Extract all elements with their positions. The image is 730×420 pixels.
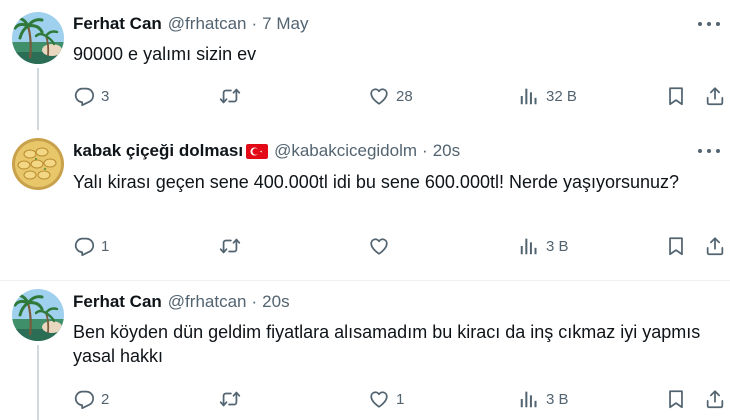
action-bar: 2 1 3 B bbox=[73, 387, 728, 411]
views-button[interactable]: 3 B bbox=[518, 234, 569, 258]
reply-button[interactable]: 1 bbox=[73, 234, 109, 258]
like-icon bbox=[368, 235, 390, 257]
bookmark-icon bbox=[665, 388, 687, 410]
like-count: 28 bbox=[396, 87, 413, 105]
bookmark-button[interactable] bbox=[665, 387, 687, 411]
separator-dot: · bbox=[251, 292, 258, 311]
retweet-icon bbox=[219, 388, 241, 410]
views-button[interactable]: 3 B bbox=[518, 387, 569, 411]
tweet-2[interactable]: kabak çiçeği dolması @kabakcicegidolm · … bbox=[0, 130, 730, 280]
author-name[interactable]: Ferhat Can bbox=[73, 292, 162, 312]
bookmark-icon bbox=[665, 235, 687, 257]
reply-icon bbox=[73, 85, 95, 107]
avatar[interactable] bbox=[12, 12, 64, 64]
avatar[interactable] bbox=[12, 289, 64, 341]
views-button[interactable]: 32 B bbox=[518, 84, 577, 108]
retweet-button[interactable] bbox=[219, 234, 241, 258]
food-avatar-image bbox=[12, 138, 64, 190]
timestamp[interactable]: 20s bbox=[433, 141, 460, 161]
share-icon bbox=[704, 388, 726, 410]
separator-dot: · bbox=[251, 14, 258, 33]
reply-count: 2 bbox=[101, 390, 110, 408]
reply-button[interactable]: 2 bbox=[73, 387, 109, 411]
views-count: 3 B bbox=[546, 237, 569, 255]
tweet-text: 90000 e yalımı sizin ev bbox=[73, 44, 257, 64]
bookmark-button[interactable] bbox=[665, 234, 687, 258]
timestamp[interactable]: 7 May bbox=[262, 14, 308, 34]
thread-line bbox=[37, 345, 39, 420]
like-icon bbox=[368, 388, 390, 410]
views-count: 3 B bbox=[546, 390, 569, 408]
share-button[interactable] bbox=[704, 234, 726, 258]
like-button[interactable]: 28 bbox=[368, 84, 413, 108]
tweet-text: Ben köyden dün geldim fiyatlara alısamad… bbox=[73, 322, 701, 366]
action-bar: 1 3 B bbox=[73, 234, 728, 258]
author-name[interactable]: Ferhat Can bbox=[73, 14, 162, 34]
tweet-header: Ferhat Can @frhatcan · 7 May bbox=[73, 13, 308, 35]
palm-avatar-image bbox=[12, 12, 64, 64]
like-button[interactable]: 1 bbox=[368, 387, 404, 411]
reply-count: 1 bbox=[101, 237, 110, 255]
share-icon bbox=[704, 85, 726, 107]
reply-button[interactable]: 3 bbox=[73, 84, 109, 108]
reply-icon bbox=[73, 235, 95, 257]
retweet-icon bbox=[219, 235, 241, 257]
retweet-button[interactable] bbox=[219, 387, 241, 411]
more-icon[interactable] bbox=[698, 17, 720, 31]
more-icon[interactable] bbox=[698, 144, 720, 158]
views-icon bbox=[518, 235, 540, 257]
reply-count: 3 bbox=[101, 87, 110, 105]
timestamp[interactable]: 20s bbox=[262, 292, 289, 312]
views-count: 32 B bbox=[546, 87, 577, 105]
thread-line bbox=[37, 68, 39, 130]
share-button[interactable] bbox=[704, 387, 726, 411]
tweet-1[interactable]: Ferhat Can @frhatcan · 7 May 90000 e yal… bbox=[0, 0, 730, 130]
views-icon bbox=[518, 85, 540, 107]
tweet-header: kabak çiçeği dolması @kabakcicegidolm · … bbox=[73, 140, 460, 162]
like-count: 1 bbox=[396, 390, 405, 408]
like-button[interactable] bbox=[368, 234, 390, 258]
bookmark-icon bbox=[665, 85, 687, 107]
share-icon bbox=[704, 235, 726, 257]
author-name[interactable]: kabak çiçeği dolması bbox=[73, 141, 243, 161]
tweet-header: Ferhat Can @frhatcan · 20s bbox=[73, 291, 290, 313]
tweet-3[interactable]: Ferhat Can @frhatcan · 20s Ben köyden dü… bbox=[0, 281, 730, 420]
reply-icon bbox=[73, 388, 95, 410]
author-handle[interactable]: @kabakcicegidolm bbox=[274, 141, 417, 161]
retweet-icon bbox=[219, 85, 241, 107]
action-bar: 3 28 32 B bbox=[73, 84, 728, 108]
author-handle[interactable]: @frhatcan bbox=[168, 292, 247, 312]
tweet-text: Yalı kirası geçen sene 400.000tl idi bu … bbox=[73, 172, 680, 192]
share-button[interactable] bbox=[704, 84, 726, 108]
turkey-flag-icon bbox=[246, 143, 269, 159]
like-icon bbox=[368, 85, 390, 107]
retweet-button[interactable] bbox=[219, 84, 241, 108]
palm-avatar-image bbox=[12, 289, 64, 341]
avatar[interactable] bbox=[12, 138, 64, 190]
views-icon bbox=[518, 388, 540, 410]
author-handle[interactable]: @frhatcan bbox=[168, 14, 247, 34]
bookmark-button[interactable] bbox=[665, 84, 687, 108]
separator-dot: · bbox=[422, 141, 428, 160]
